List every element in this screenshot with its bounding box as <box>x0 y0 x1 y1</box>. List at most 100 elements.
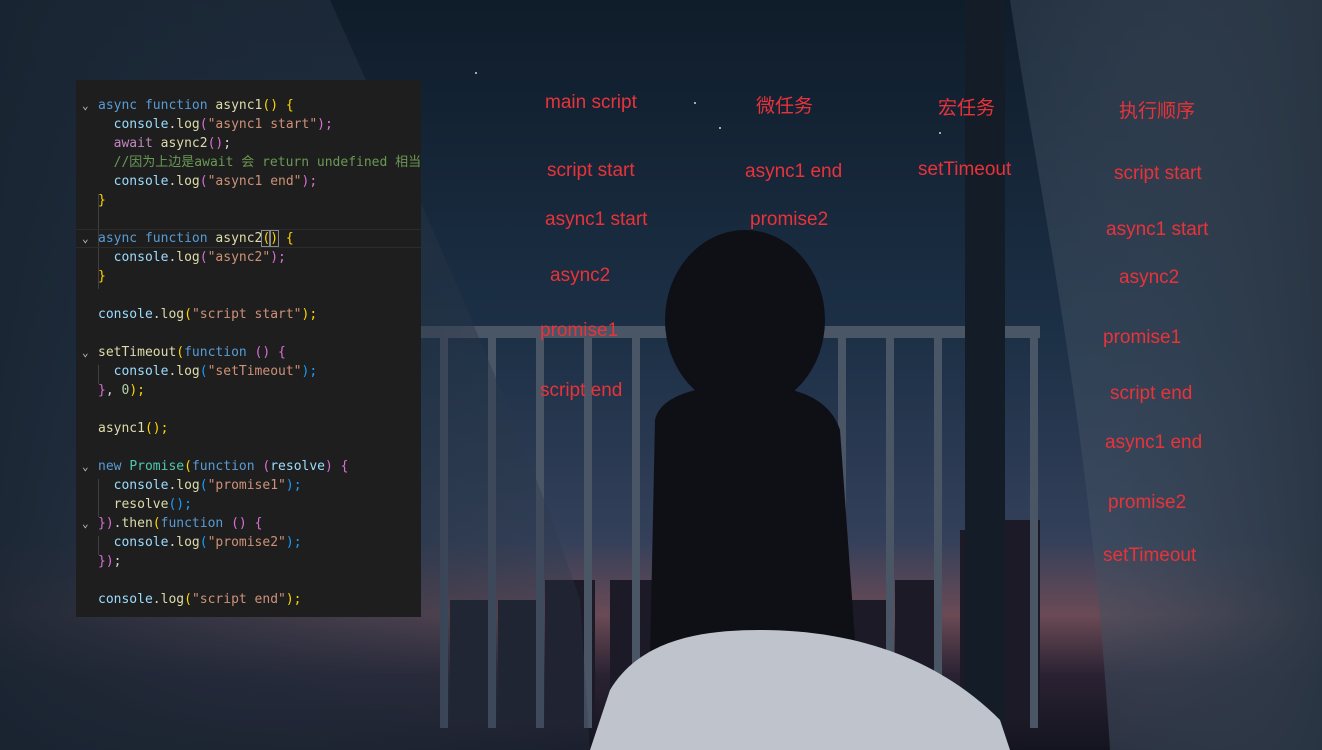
code-line[interactable]: console.log("promise1"); <box>76 476 421 495</box>
code-token: ( <box>184 307 192 322</box>
code-token: } <box>98 193 106 208</box>
code-token: resolve <box>270 459 326 474</box>
main-script-item: promise1 <box>540 320 619 341</box>
code-token: ( <box>199 535 208 550</box>
code-line[interactable]: async1(); <box>76 419 421 438</box>
code-token: then <box>121 516 153 531</box>
code-token: }) <box>98 516 114 531</box>
code-token: { <box>254 516 263 531</box>
code-line[interactable]: //因为上边是await 会 return undefined 相当 <box>76 153 421 172</box>
fold-chevron-icon[interactable]: ⌄ <box>82 457 92 476</box>
code-token: ( <box>199 174 208 189</box>
code-line[interactable]: console.log("async1 start"); <box>76 115 421 134</box>
code-token: ( <box>199 478 208 493</box>
fold-chevron-icon[interactable]: ⌄ <box>82 230 92 247</box>
code-token: function <box>191 459 255 474</box>
code-token: "async2" <box>207 250 271 265</box>
code-token: ( <box>199 364 208 379</box>
code-line[interactable]: } <box>76 267 421 286</box>
code-token: ); <box>285 478 302 493</box>
code-token: ( <box>184 592 192 607</box>
execution-order-item: script end <box>1110 383 1193 404</box>
code-token: ; <box>223 136 232 151</box>
code-token: function <box>144 98 208 113</box>
execution-order-item: script start <box>1114 163 1202 184</box>
code-token: ( <box>176 345 185 360</box>
code-token: ); <box>285 535 302 550</box>
code-token: ; <box>113 554 122 569</box>
code-token: Promise <box>129 459 185 474</box>
microtask-header: 微任务 <box>756 96 814 117</box>
main-script-header: main script <box>545 92 637 113</box>
code-line[interactable]: ⌄ }).then(function () { <box>76 514 421 533</box>
code-line[interactable]: }, 0); <box>76 381 421 400</box>
code-line[interactable]: ⌄ new Promise(function (resolve) { <box>76 457 421 476</box>
execution-order-item: promise2 <box>1108 492 1187 513</box>
code-token: console <box>113 250 169 265</box>
fold-chevron-icon[interactable]: ⌄ <box>82 343 92 362</box>
code-token: ); <box>301 174 318 189</box>
code-token: ) <box>270 98 279 113</box>
code-token: } <box>98 383 106 398</box>
code-token: console <box>113 117 169 132</box>
code-token: () <box>207 136 224 151</box>
code-token: (); <box>168 497 192 512</box>
code-line[interactable]: console.log("script end"); <box>76 590 421 609</box>
code-token: log <box>176 478 200 493</box>
code-token: ( <box>199 250 208 265</box>
code-token: ); <box>129 383 145 398</box>
code-token: async2 <box>160 136 208 151</box>
code-token: async <box>98 231 138 246</box>
code-line[interactable]: ⌄ setTimeout(function () { <box>76 343 421 362</box>
code-line[interactable]: console.log("promise2"); <box>76 533 421 552</box>
code-line[interactable]: console.log("setTimeout"); <box>76 362 421 381</box>
code-token: "promise2" <box>207 535 286 550</box>
code-token: ); <box>285 592 302 607</box>
code-token: log <box>176 535 200 550</box>
code-comment: //因为上边是await 会 return undefined 相当 <box>113 155 421 170</box>
code-line[interactable]: } <box>76 191 421 210</box>
code-token: async1 <box>215 98 263 113</box>
code-token: log <box>176 364 200 379</box>
fold-chevron-icon[interactable]: ⌄ <box>82 96 92 115</box>
main-script-item: async1 start <box>545 209 648 230</box>
code-token: console <box>113 478 169 493</box>
code-token: ); <box>301 307 318 322</box>
code-token: await <box>113 136 153 151</box>
code-line[interactable]: resolve(); <box>76 495 421 514</box>
code-token: ( <box>152 516 161 531</box>
code-token: function <box>184 345 247 360</box>
code-line[interactable]: await async2(); <box>76 134 421 153</box>
code-token: ); <box>301 364 318 379</box>
code-token: function <box>160 516 224 531</box>
code-token: async <box>98 98 138 113</box>
code-token: log <box>176 117 200 132</box>
code-line[interactable]: console.log("async1 end"); <box>76 172 421 191</box>
code-line[interactable]: ⌄ async function async1() { <box>76 96 421 115</box>
code-editor[interactable]: ⌄ async function async1() { console.log(… <box>76 80 421 617</box>
code-token: "promise1" <box>207 478 286 493</box>
code-token: { <box>340 459 349 474</box>
fold-chevron-icon[interactable]: ⌄ <box>82 514 92 533</box>
code-line[interactable]: console.log("script start"); <box>76 305 421 324</box>
microtask-item: promise2 <box>750 209 829 230</box>
code-token: console <box>98 592 153 607</box>
code-token: log <box>160 592 185 607</box>
execution-order-header: 执行顺序 <box>1119 101 1196 122</box>
code-token: ); <box>270 250 286 265</box>
code-token: setTimeout <box>98 345 177 360</box>
execution-order-item: async1 end <box>1105 432 1203 453</box>
main-script-item: async2 <box>550 265 611 286</box>
code-token: , <box>105 383 122 398</box>
code-token: console <box>113 174 169 189</box>
code-token: "async1 start" <box>207 117 318 132</box>
code-line-active[interactable]: ⌄ async function async2() { <box>76 229 421 248</box>
macrotask-item: setTimeout <box>918 159 1012 180</box>
code-line[interactable]: }); <box>76 552 421 571</box>
code-token: { <box>278 345 286 360</box>
execution-order-item: async2 <box>1119 267 1180 288</box>
code-token: async2 <box>215 231 263 246</box>
code-token: console <box>113 364 169 379</box>
macrotask-header: 宏任务 <box>938 98 996 119</box>
code-line[interactable]: console.log("async2"); <box>76 248 421 267</box>
